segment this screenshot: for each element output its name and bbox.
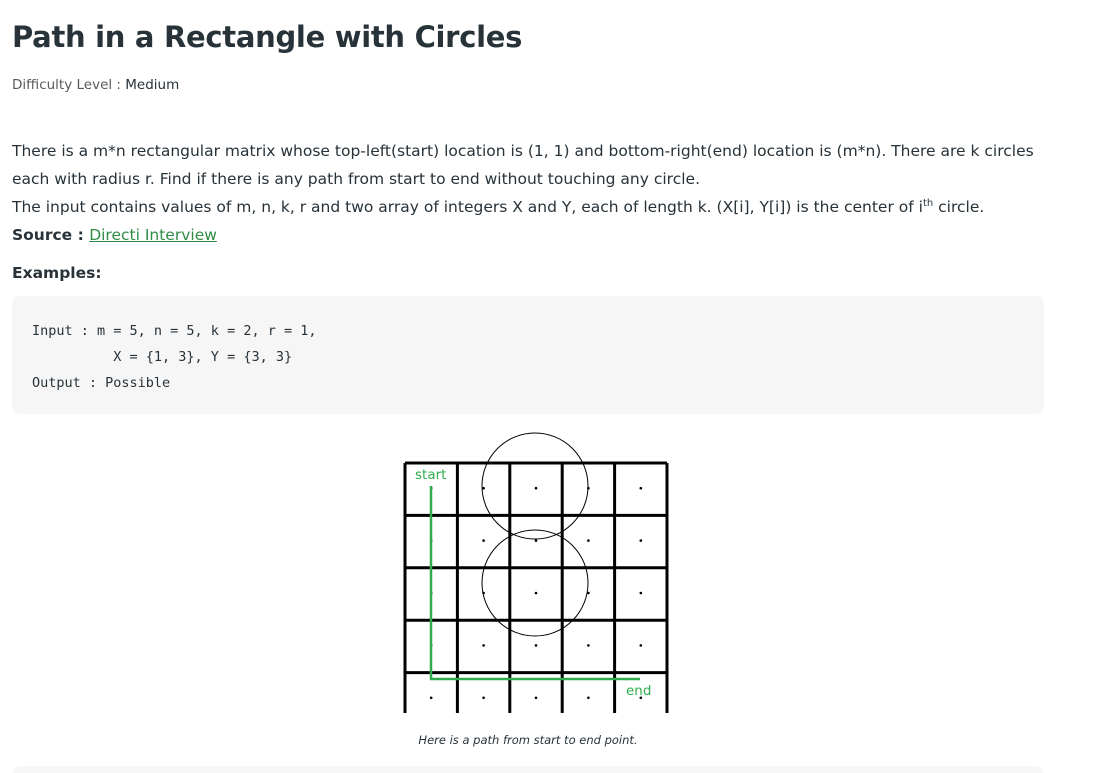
- code-line: Output : Possible: [32, 375, 171, 391]
- cell-center-dot: [534, 539, 538, 542]
- grid-dots: [429, 486, 643, 700]
- grid-lines: [403, 461, 669, 713]
- cell-center-dot: [534, 591, 538, 595]
- difficulty-level: Difficulty Level : Medium: [12, 77, 179, 93]
- end-label: end: [626, 683, 651, 699]
- code-text: Input : m = 5, n = 5, k = 2, r = 1, X = …: [32, 318, 316, 396]
- start-label: start: [415, 467, 446, 483]
- problem-statement: There is a m*n rectangular matrix whose …: [12, 142, 1034, 188]
- cell-center-dot: [429, 696, 433, 700]
- superscript-th: th: [922, 197, 934, 209]
- cell-center-dot: [534, 644, 538, 647]
- cell-center-dot: [482, 696, 485, 700]
- difficulty-value[interactable]: Medium: [125, 77, 179, 93]
- input-description: The input contains values of m, n, k, r …: [12, 193, 1047, 221]
- cell-center-dot: [587, 539, 590, 542]
- source-label: Source :: [12, 226, 90, 244]
- cell-center-dot: [587, 644, 590, 647]
- code-block: Input : m = 5, n = 5, k = 2, r = 1, X = …: [12, 296, 1044, 414]
- cell-center-dot: [639, 486, 643, 490]
- cell-center-dot: [534, 486, 538, 490]
- difficulty-label: Difficulty Level :: [12, 77, 126, 93]
- grid-figure: start end: [403, 432, 669, 713]
- figure-caption: Here is a path from start to end point.: [418, 733, 638, 747]
- source-line: Source : Directi Interview: [12, 221, 217, 249]
- cell-center-dot: [534, 696, 538, 700]
- input-description-text: The input contains values of m, n, k, r …: [12, 198, 923, 216]
- source-link[interactable]: Directi Interview: [89, 226, 217, 244]
- page-title: Path in a Rectangle with Circles: [12, 20, 523, 54]
- cell-center-dot: [482, 644, 485, 647]
- code-line: Input : m = 5, n = 5, k = 2, r = 1,: [32, 323, 317, 339]
- cell-center-dot: [587, 696, 590, 700]
- cell-center-dot: [639, 539, 643, 542]
- code-line: X = {1, 3}, Y = {3, 3}: [32, 349, 293, 365]
- cell-center-dot: [639, 591, 643, 595]
- circle-top: [481, 432, 589, 540]
- input-description-end: circle.: [933, 198, 985, 216]
- cell-center-dot: [482, 539, 485, 542]
- examples-heading: Examples:: [12, 264, 102, 282]
- cell-center-dot: [639, 644, 643, 647]
- article: Path in a Rectangle with Circles Difficu…: [0, 0, 1107, 773]
- cell-center-dot: [482, 486, 485, 490]
- next-code-block: [12, 766, 1044, 773]
